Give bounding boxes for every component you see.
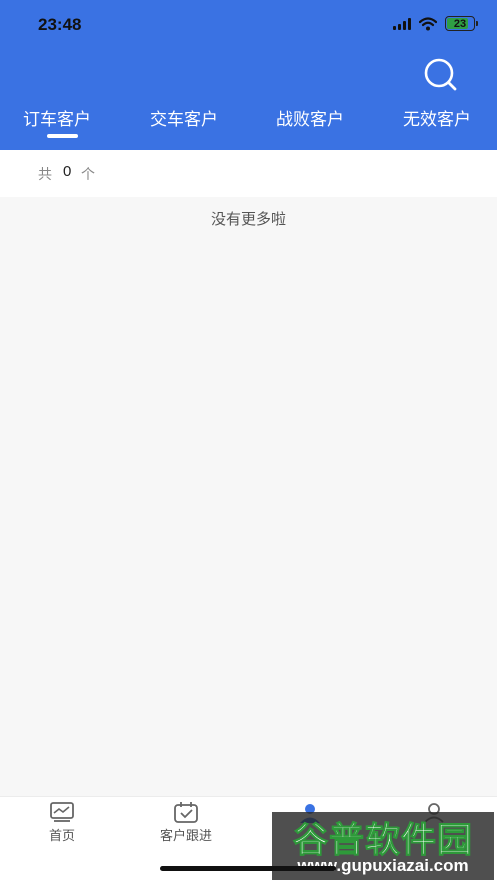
status-indicators: 23 <box>393 16 478 31</box>
battery-level: 23 <box>453 17 467 30</box>
count-summary: 共 0 个 <box>0 150 497 197</box>
tabbar-label-follow-up: 客户跟进 <box>159 829 212 844</box>
count-suffix: 个 <box>81 167 95 183</box>
status-time: 23:48 <box>38 15 82 34</box>
app-header: 23:48 23 订车客户 交车客户 战败客户 无效客户 <box>0 0 497 150</box>
tab-invalid-customers[interactable]: 无效客户 <box>403 105 471 130</box>
empty-list-text: 没有更多啦 <box>210 210 286 228</box>
tabbar-label-home: 首页 <box>48 829 75 844</box>
tabbar-item-follow-up[interactable]: 客户跟进 <box>146 797 226 844</box>
signal-icon <box>393 17 411 30</box>
home-indicator[interactable] <box>160 866 336 871</box>
search-icon[interactable] <box>422 57 458 93</box>
tab-delivery-customers[interactable]: 交车客户 <box>150 105 218 130</box>
calendar-check-icon <box>174 802 198 823</box>
tab-order-customers[interactable]: 订车客户 <box>23 105 91 130</box>
battery-icon: 23 <box>445 16 478 31</box>
customer-tabs: 订车客户 交车客户 战败客户 无效客户 <box>0 105 497 150</box>
tab-lost-customers[interactable]: 战败客户 <box>276 105 344 130</box>
count-prefix: 共 <box>38 167 52 183</box>
wifi-icon <box>419 16 437 30</box>
tabbar-item-home[interactable]: 首页 <box>30 797 94 844</box>
dashboard-icon <box>50 802 74 822</box>
active-tab-indicator <box>47 134 78 138</box>
customer-count: 0 <box>63 163 72 180</box>
